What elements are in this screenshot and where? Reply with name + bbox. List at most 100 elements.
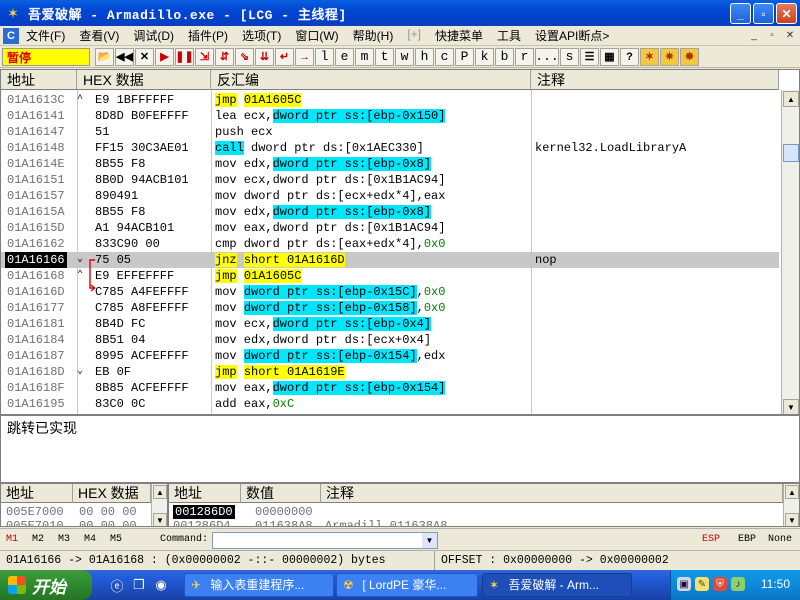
menu-item-7[interactable]: [+] xyxy=(400,27,428,44)
menu-item-9[interactable]: 工具 xyxy=(490,27,528,44)
disasm-row[interactable]: 01A1616D C785 A4FEFFFF mov dword ptr ss:[e… xyxy=(1,284,779,300)
explorer-icon[interactable]: ❐ xyxy=(130,576,148,594)
scroll-thumb[interactable] xyxy=(783,144,799,162)
toolbar-button-letter-l[interactable]: l xyxy=(315,47,334,66)
register-ebp[interactable]: EBP xyxy=(738,534,756,545)
column-header-disassembly[interactable]: 反汇编 xyxy=(211,70,531,90)
scroll-up-button[interactable]: ▲ xyxy=(783,91,799,107)
task-import-rebuilder[interactable]: ✈ 输入表重建程序... xyxy=(184,573,334,597)
app-icon[interactable]: ✶ xyxy=(4,4,22,22)
register-none[interactable]: None xyxy=(768,534,792,545)
plugin-3-icon[interactable]: ✸ xyxy=(680,47,699,66)
disasm-row[interactable]: 01A1618F 8B85 ACFEFFFF mov eax,dword ptr s… xyxy=(1,380,779,396)
disasm-row[interactable]: 01A16157 890491 mov dword ptr ds:[ecx+edx*… xyxy=(1,188,779,204)
register-esp[interactable]: ESP xyxy=(702,534,720,545)
mdi-child-icon[interactable]: C xyxy=(3,27,19,44)
disasm-row[interactable]: 01A16184 8B51 04 mov edx,dword ptr ds:[ecx… xyxy=(1,332,779,348)
dump-row-address[interactable]: 005E7010 xyxy=(6,519,64,526)
stack-header-value[interactable]: 数值 xyxy=(241,484,321,503)
task-lordpe[interactable]: ☢ [ LordPE 豪华... xyxy=(336,573,478,597)
start-button[interactable]: 开始 xyxy=(0,570,92,600)
toolbar-button-ellipsis[interactable]: ... xyxy=(535,47,559,66)
dump-scroll-down-button[interactable]: ▼ xyxy=(153,513,167,526)
execute-till-return-icon[interactable]: ↵ xyxy=(275,47,294,66)
dump-row-hex[interactable]: 00 00 00 xyxy=(79,519,137,526)
toolbar-button-letter-t[interactable]: t xyxy=(375,47,394,66)
disasm-row[interactable]: 01A16141 8D8D B0FEFFFF lea ecx,dword ptr s… xyxy=(1,108,779,124)
disasm-row[interactable]: 01A16162 833C90 00 cmp dword ptr ds:[eax+e… xyxy=(1,236,779,252)
disasm-row[interactable]: 01A1615A 8B55 F8 mov edx,dword ptr ss:[ebp… xyxy=(1,204,779,220)
tray-app-icon[interactable]: ▣ xyxy=(677,577,691,591)
toolbar-button-letter-c[interactable]: c xyxy=(435,47,454,66)
stack-scroll-up-button[interactable]: ▲ xyxy=(785,485,799,499)
menu-item-4[interactable]: 选项(T) xyxy=(235,27,288,44)
mdi-close-button[interactable]: ✕ xyxy=(782,28,798,43)
dump-row-hex[interactable]: 00 00 00 xyxy=(79,505,137,519)
stack-row-value[interactable]: 00000000 xyxy=(255,505,313,519)
menu-item-6[interactable]: 帮助(H) xyxy=(346,27,401,44)
close-button[interactable]: ✕ xyxy=(776,3,797,24)
tab-m4[interactable]: M4 xyxy=(84,534,96,545)
disasm-row[interactable]: 01A16181 8B4D FC mov ecx,dword ptr ss:[ebp… xyxy=(1,316,779,332)
tab-m2[interactable]: M2 xyxy=(32,534,44,545)
disasm-row[interactable]: 01A16166 ⌄ 75 05 jnz short 01A1616D nop xyxy=(1,252,779,268)
stack-scroll-down-button[interactable]: ▼ xyxy=(785,513,799,526)
pause-icon[interactable]: ❚❚ xyxy=(175,47,194,66)
tab-m1[interactable]: M1 xyxy=(6,534,18,545)
command-input[interactable]: ▼ xyxy=(212,532,438,549)
restore-button[interactable]: ▫ xyxy=(753,3,774,24)
toolbar-button-letter-r[interactable]: r xyxy=(515,47,534,66)
dump-header-address[interactable]: 地址 xyxy=(1,484,73,503)
toolbar-button-letter-s[interactable]: s xyxy=(560,47,579,66)
tray-shield-icon[interactable]: ⛨ xyxy=(713,577,727,591)
step-over-icon[interactable]: ⇵ xyxy=(215,47,234,66)
disasm-row[interactable]: 01A16177 C785 A8FEFFFF mov dword ptr ss:[e… xyxy=(1,300,779,316)
run-icon[interactable]: ▶ xyxy=(155,47,174,66)
disassembly-scrollbar[interactable]: ▲ ▼ xyxy=(781,90,799,414)
list-icon[interactable]: ☰ xyxy=(580,47,599,66)
menu-item-10[interactable]: 设置API断点> xyxy=(528,27,616,44)
trace-into-icon[interactable]: ⇘ xyxy=(235,47,254,66)
disasm-row[interactable]: 01A1618D ⌄ EB 0F jmp short 01A1619E xyxy=(1,364,779,380)
tray-volume-icon[interactable]: ♪ xyxy=(731,577,745,591)
disasm-row[interactable]: 01A1613C ^ E9 1BFFFFFF jmp 01A1605C xyxy=(1,92,779,108)
help-icon[interactable]: ? xyxy=(620,47,639,66)
dump-header-hex[interactable]: HEX 数据 xyxy=(73,484,151,503)
plugin-1-icon[interactable]: ✶ xyxy=(640,47,659,66)
tab-m3[interactable]: M3 xyxy=(58,534,70,545)
mdi-restore-button[interactable]: ▫ xyxy=(764,28,780,43)
disasm-row[interactable]: 01A16151 8B0D 94ACB101 mov ecx,dword ptr d… xyxy=(1,172,779,188)
disasm-row[interactable]: 01A1614E 8B55 F8 mov edx,dword ptr ss:[ebp… xyxy=(1,156,779,172)
tab-m5[interactable]: M5 xyxy=(110,534,122,545)
column-header-hex[interactable]: HEX 数据 xyxy=(77,70,211,90)
disasm-row[interactable]: 01A16168 ⌃ E9 EFFEFFFF jmp 01A1605C xyxy=(1,268,779,284)
plugin-2-icon[interactable]: ✷ xyxy=(660,47,679,66)
stack-scrollbar[interactable]: ▲ ▼ xyxy=(783,484,799,526)
stack-row-value[interactable]: 011638A8 xyxy=(255,519,313,526)
toolbar-button-letter-h[interactable]: h xyxy=(415,47,434,66)
disasm-row[interactable]: 01A16147 51 push ecx xyxy=(1,124,779,140)
disasm-row[interactable]: 01A16148 FF15 30C3AE01 call dword ptr ds:[… xyxy=(1,140,779,156)
menu-item-0[interactable]: 文件(F) xyxy=(19,27,72,44)
stack-header-address[interactable]: 地址 xyxy=(169,484,241,503)
grid-icon[interactable]: ▦ xyxy=(600,47,619,66)
ie-icon[interactable]: ⓔ xyxy=(108,576,126,594)
media-icon[interactable]: ◉ xyxy=(152,576,170,594)
menu-item-2[interactable]: 调试(D) xyxy=(126,27,181,44)
scroll-down-button[interactable]: ▼ xyxy=(783,399,799,414)
goto-icon[interactable]: → xyxy=(295,47,314,66)
dump-scroll-up-button[interactable]: ▲ xyxy=(153,485,167,499)
toolbar-button-letter-b[interactable]: b xyxy=(495,47,514,66)
stack-header-comment[interactable]: 注释 xyxy=(321,484,783,503)
step-into-icon[interactable]: ⇲ xyxy=(195,47,214,66)
toolbar-button-letter-P[interactable]: P xyxy=(455,47,474,66)
disasm-row[interactable]: 01A1615D A1 94ACB101 mov eax,dword ptr ds:… xyxy=(1,220,779,236)
toolbar-button-letter-k[interactable]: k xyxy=(475,47,494,66)
minimize-button[interactable]: _ xyxy=(730,3,751,24)
column-header-comment[interactable]: 注释 xyxy=(531,70,779,90)
close-icon[interactable]: ✕ xyxy=(135,47,154,66)
toolbar-button-letter-w[interactable]: w xyxy=(395,47,414,66)
toolbar-button-letter-e[interactable]: e xyxy=(335,47,354,66)
menu-item-3[interactable]: 插件(P) xyxy=(181,27,235,44)
column-header-address[interactable]: 地址 xyxy=(1,70,77,90)
